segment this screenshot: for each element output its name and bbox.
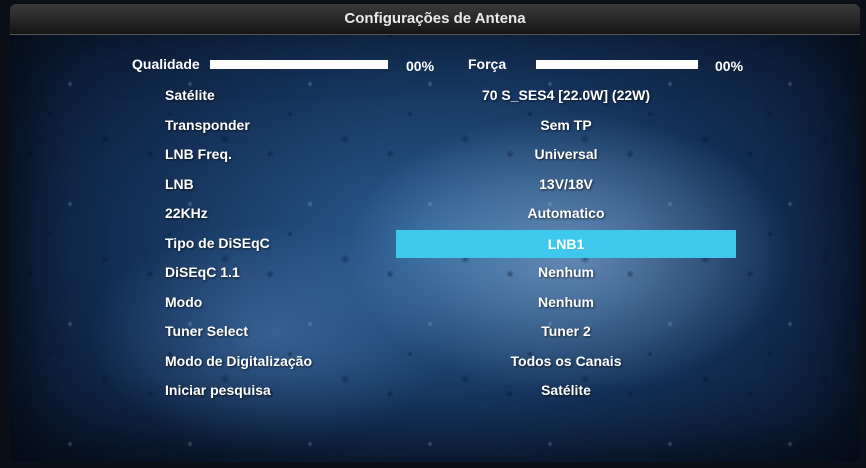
setting-row-tuner-select[interactable]: Tuner Select Tuner 2: [10, 318, 860, 348]
quality-bar: [210, 60, 388, 69]
setting-label: Tipo de DiSEqC: [165, 234, 270, 251]
tv-screen: Configurações de Antena Qualidade 00% Fo…: [10, 4, 860, 462]
strength-percent: 00%: [715, 58, 744, 74]
setting-label: Modo de Digitalização: [165, 352, 313, 369]
setting-label: Transponder: [165, 116, 250, 133]
strength-bar-fill: [536, 60, 698, 69]
window-title: Configurações de Antena: [10, 4, 860, 35]
strength-label: Força: [468, 56, 507, 72]
setting-row-start-search[interactable]: Iniciar pesquisa Satélite: [10, 377, 860, 407]
setting-row-mode[interactable]: Modo Nenhum: [10, 289, 860, 319]
setting-label: LNB Freq.: [165, 146, 232, 162]
setting-value[interactable]: Universal: [396, 146, 736, 162]
quality-bar-fill: [210, 60, 388, 69]
setting-value[interactable]: Nenhum: [396, 294, 736, 310]
signal-meters: Qualidade 00% Força 00%: [10, 56, 860, 76]
setting-row-22khz[interactable]: 22KHz Automatico: [10, 200, 860, 230]
setting-value[interactable]: Automatico: [396, 205, 736, 221]
setting-value[interactable]: Sem TP: [396, 117, 736, 133]
setting-label: 22KHz: [165, 205, 208, 221]
setting-value[interactable]: Todos os Canais: [396, 353, 736, 369]
setting-row-diseqc-type[interactable]: Tipo de DiSEqC LNB1: [10, 229, 860, 260]
setting-value[interactable]: 13V/18V: [396, 176, 736, 192]
setting-label: DiSEqC 1.1: [165, 264, 240, 280]
setting-label: LNB: [165, 175, 194, 192]
setting-label: Satélite: [165, 87, 215, 103]
setting-row-transponder[interactable]: Transponder Sem TP: [10, 112, 860, 142]
setting-value[interactable]: 70 S_SES4 [22.0W] (22W): [396, 87, 736, 103]
setting-row-lnb[interactable]: LNB 13V/18V: [10, 171, 860, 201]
setting-value[interactable]: Tuner 2: [396, 323, 736, 339]
setting-row-scan-mode[interactable]: Modo de Digitalização Todos os Canais: [10, 348, 860, 378]
setting-row-diseqc-1-1[interactable]: DiSEqC 1.1 Nenhum: [10, 259, 860, 289]
setting-row-satellite[interactable]: Satélite 70 S_SES4 [22.0W] (22W): [10, 82, 860, 112]
strength-bar: [536, 60, 698, 69]
setting-value[interactable]: Satélite: [396, 382, 736, 398]
quality-label: Qualidade: [132, 56, 200, 72]
setting-value[interactable]: Nenhum: [396, 264, 736, 280]
setting-label: Modo: [165, 293, 203, 310]
antenna-settings-list: Satélite 70 S_SES4 [22.0W] (22W) Transpo…: [10, 82, 860, 407]
setting-label: Tuner Select: [165, 323, 248, 339]
setting-value[interactable]: LNB1: [396, 229, 736, 258]
quality-percent: 00%: [406, 58, 435, 74]
setting-row-lnb-freq[interactable]: LNB Freq. Universal: [10, 141, 860, 171]
setting-label: Iniciar pesquisa: [165, 382, 271, 398]
